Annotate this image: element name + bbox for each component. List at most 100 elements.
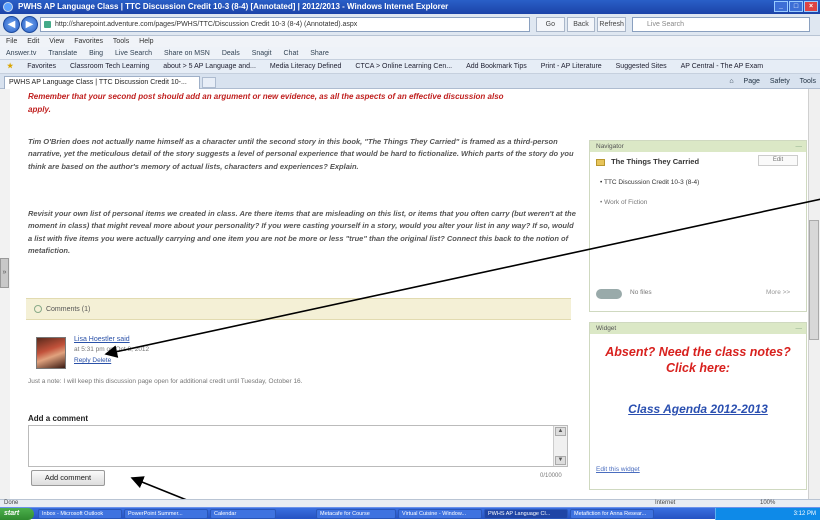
page-icon [44,21,51,28]
navigator-edit-button[interactable]: Edit [758,155,798,166]
cmd-item[interactable]: Chat [284,50,299,57]
taskbar-item[interactable]: Calendar [210,509,276,519]
widget-header: Widget — [590,323,806,334]
forward-button[interactable]: ▶ [21,16,38,33]
navigator-header: Navigator — [590,141,806,152]
favorite-item[interactable]: Add Bookmark Tips [463,60,530,73]
cmd-item[interactable]: Share [310,50,329,57]
favorite-item[interactable]: Media Literacy Defined [267,60,345,73]
clock[interactable]: 3:12 PM [794,511,816,517]
address-bar: ◀ ▶ http://sharepoint.adventure.com/page… [0,14,820,36]
menu-tools[interactable]: Tools [113,38,129,45]
add-comment-button[interactable]: Add comment [31,470,105,486]
widget-title: Widget [596,325,617,332]
new-tab-button[interactable] [202,77,216,88]
favorite-item[interactable]: Print - AP Literature [538,60,605,73]
back-nav-button[interactable]: Back [566,17,596,32]
taskbar: start Inbox - Microsoft Outlook PowerPoi… [0,507,820,520]
cmd-item[interactable]: Deals [222,50,240,57]
menu-edit[interactable]: Edit [27,38,39,45]
left-gutter [0,89,10,499]
comment-icon [34,305,42,314]
safety-menu[interactable]: Safety [770,78,790,85]
navigator-more-link[interactable]: More >> [766,289,790,296]
cmd-item[interactable]: Translate [48,50,77,57]
scroll-up-icon[interactable]: ▲ [555,427,566,436]
refresh-button[interactable]: Refresh [597,17,627,32]
zoom-level[interactable]: 100% [760,500,775,507]
menu-favorites[interactable]: Favorites [74,38,103,45]
navigator-title: Navigator [596,143,624,150]
favorites-label[interactable]: Favorites [24,60,59,73]
page-menu[interactable]: Page [744,78,760,85]
menu-view[interactable]: View [49,38,64,45]
url-field[interactable]: http://sharepoint.adventure.com/pages/PW… [40,17,530,32]
discussion-question-2: Revisit your own list of personal items … [28,209,576,256]
navigator-item[interactable]: • TTC Discussion Credit 10-3 (8-4) [600,179,699,186]
cmd-item[interactable]: Live Search [115,50,152,57]
class-agenda-link[interactable]: Class Agenda 2012-2013 [596,402,800,416]
favorite-item[interactable]: Classroom Tech Learning [67,60,152,73]
page-tools: ⌂ Page Safety Tools [721,76,816,88]
favorite-item[interactable]: CTCA > Online Learning Cen... [352,60,455,73]
taskbar-item[interactable]: Virtual Cuisine - Window... [398,509,482,519]
favorites-star-icon[interactable]: ★ [4,60,16,73]
ie-icon [3,2,13,12]
maximize-button[interactable]: □ [789,1,803,12]
comment-text: Just a note: I will keep this discussion… [28,378,303,385]
taskbar-item[interactable]: Metafiction for Anna Resear... [570,509,654,519]
taskbar-item[interactable]: Inbox - Microsoft Outlook [38,509,122,519]
collapse-icon[interactable]: — [796,141,803,152]
menu-file[interactable]: File [6,38,17,45]
favorite-item[interactable]: about > 5 AP Language and... [160,60,259,73]
comments-count: Comments (1) [45,306,91,313]
browser-tab[interactable]: PWHS AP Language Class | TTC Discussion … [4,76,200,89]
navigator-item-label: TTC Discussion Credit 10-3 (8-4) [603,179,700,186]
cmd-item[interactable]: Snagit [252,50,272,57]
security-zone: Internet [655,500,676,506]
instruction-text: Remember that your second post should ad… [28,92,504,101]
page-scrollbar-thumb[interactable] [809,220,819,340]
minimize-button[interactable]: _ [774,1,788,12]
cmd-item[interactable]: Answer.tv [6,50,36,57]
favorite-item[interactable]: AP Central - The AP Exam [678,60,767,73]
scroll-down-icon[interactable]: ▼ [555,456,566,465]
navigator-item-label: Work of Fiction [604,199,648,206]
window-titlebar: PWHS AP Language Class | TTC Discussion … [0,0,820,14]
tools-menu[interactable]: Tools [800,78,816,85]
comment-textarea[interactable] [28,425,568,467]
navigator-folder[interactable]: The Things They Carried [596,157,699,166]
search-placeholder: Live Search [647,21,684,28]
pages-files-toggle[interactable] [596,289,622,299]
favorites-bar: ★ Favorites Classroom Tech Learning abou… [0,60,820,74]
favorite-item[interactable]: Suggested Sites [613,60,670,73]
collapse-icon[interactable]: — [796,323,803,334]
comments-header[interactable]: Comments (1) [26,298,571,320]
back-button[interactable]: ◀ [3,16,20,33]
go-button[interactable]: Go [536,17,565,32]
folder-icon [596,158,605,166]
edit-widget-link[interactable]: Edit this widget [596,466,640,473]
navigator-item[interactable]: • Work of Fiction [600,199,647,206]
taskbar-item-active[interactable]: PWHS AP Language Cl... [484,509,568,519]
start-button[interactable]: start [0,508,34,520]
taskbar-item[interactable]: PowerPoint Summer... [124,509,208,519]
textarea-scrollbar[interactable]: ▲ ▼ [553,426,567,466]
comment-reply-link[interactable]: Reply Delete [74,357,111,364]
collapse-sidebar-handle[interactable]: » [0,258,9,288]
folder-label: The Things They Carried [611,157,700,166]
close-button[interactable]: × [804,1,818,12]
command-bar: Answer.tv Translate Bing Live Search Sha… [0,47,820,60]
menu-help[interactable]: Help [139,38,153,45]
instruction-text-end: apply. [28,105,51,114]
window-title: PWHS AP Language Class | TTC Discussion … [18,2,449,11]
char-count: 0/10000 [540,473,562,479]
absent-notes-link[interactable]: Absent? Need the class notes? Click here… [596,344,800,376]
tab-bar: PWHS AP Language Class | TTC Discussion … [0,74,820,89]
comment-author[interactable]: Lisa Hoestler said [74,336,130,343]
taskbar-item[interactable]: Metacafe for Course [316,509,396,519]
home-icon[interactable]: ⌂ [729,78,733,85]
cmd-item[interactable]: Share on MSN [164,50,210,57]
cmd-item[interactable]: Bing [89,50,103,57]
search-input[interactable]: Live Search [632,17,810,32]
